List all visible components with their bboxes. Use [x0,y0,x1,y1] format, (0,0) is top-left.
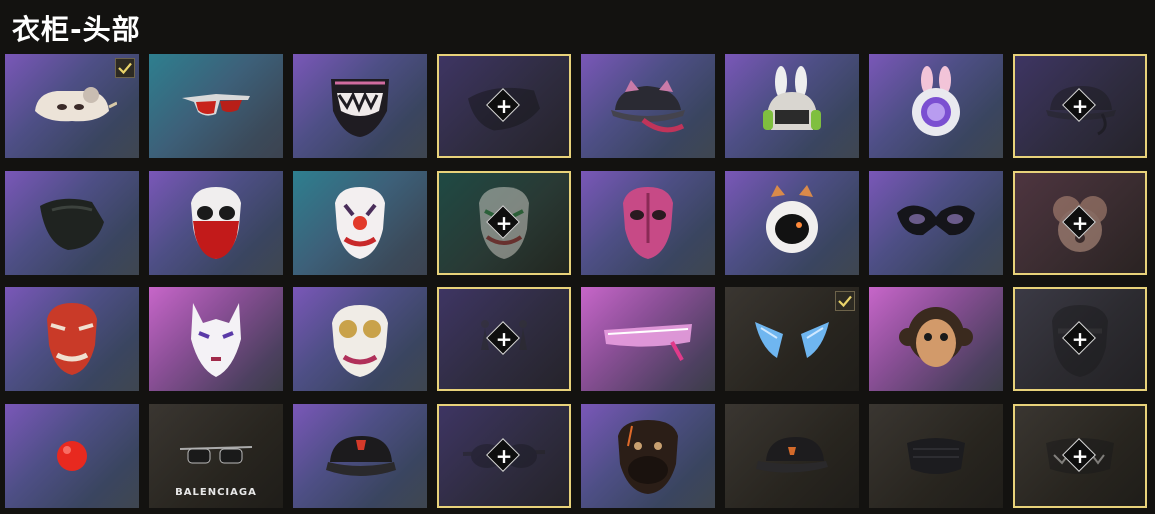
wardrobe-item-masquerade-mask[interactable] [869,171,1003,275]
plus-icon: + [495,211,513,235]
clown-mask-icon [325,183,395,267]
wardrobe-item-cat-visor[interactable] [5,54,139,158]
plus-icon: + [1071,444,1089,468]
wardrobe-item-baseball-cap[interactable] [725,404,859,508]
wardrobe-item-joker-mask[interactable]: + [437,171,571,275]
wardrobe-item-poodle-mask[interactable]: + [1013,171,1147,275]
masquerade-mask-icon [891,193,981,257]
wardrobe-item-face-mask[interactable] [869,404,1003,508]
cat-visor-icon [27,81,118,135]
cyber-visor-icon [598,314,698,368]
wardrobe-item-bunny-headphones[interactable] [725,54,859,158]
kitsune-mask-icon [181,299,251,383]
plus-icon: + [1071,327,1089,351]
cat-astronaut-icon [757,183,827,267]
sunglasses-icon [176,86,256,130]
wardrobe-item-cyber-visor[interactable] [581,287,715,391]
wardrobe-item-cat-ear-cap[interactable] [581,54,715,158]
red-skull-mask-icon [181,183,251,267]
plus-icon: + [1071,94,1089,118]
face-mask-icon [901,431,971,485]
baseball-cap-icon [752,431,832,485]
wardrobe-item-goggles[interactable]: + [437,404,571,508]
wardrobe-item-clown-nose[interactable] [5,404,139,508]
plus-icon: + [1071,211,1089,235]
wardrobe-item-bulldog-mask[interactable] [581,404,715,508]
plus-icon: + [495,444,513,468]
wardrobe-item-monkey-mask[interactable] [869,287,1003,391]
cat-ear-cap-icon [603,76,693,140]
oni-mask-icon [37,299,107,383]
item-grid: + + + + + + BALENCIAGA + + [5,54,1147,510]
wardrobe-item-oni-mask[interactable] [5,287,139,391]
wardrobe-item-red-skull-mask[interactable] [149,171,283,275]
wardrobe-item-balenciaga-glasses[interactable]: BALENCIAGA [149,404,283,508]
wardrobe-item-face-scarf[interactable] [5,171,139,275]
checkmark-icon [115,58,135,78]
crystal-ears-icon [747,314,837,368]
brand-label: BALENCIAGA [175,487,257,498]
bunny-headphones-icon [757,66,827,150]
wardrobe-item-tactical-mask[interactable]: + [1013,287,1147,391]
wardrobe-item-bunny-astronaut[interactable] [869,54,1003,158]
face-scarf-icon [32,188,112,262]
plus-icon: + [495,94,513,118]
page-title: 衣柜-头部 [12,13,141,46]
wardrobe-item-sunglasses[interactable] [149,54,283,158]
plus-icon: + [495,327,513,351]
black-cap-icon [320,426,400,490]
wardrobe-item-earrings[interactable]: + [437,287,571,391]
wardrobe-item-clown-mask[interactable] [293,171,427,275]
steampunk-mask-icon [320,299,400,383]
wardrobe-item-steampunk-mask[interactable] [293,287,427,391]
bunny-astronaut-icon [901,66,971,150]
wardrobe-item-cat-astronaut[interactable] [725,171,859,275]
wardrobe-item-teeth-mask[interactable] [293,54,427,158]
wardrobe-item-black-cap[interactable] [293,404,427,508]
checkmark-icon [835,291,855,311]
monkey-mask-icon [896,299,976,383]
wardrobe-item-pink-face-mask[interactable] [581,171,715,275]
wardrobe-item-kitsune-mask[interactable] [149,287,283,391]
pink-face-mask-icon [613,183,683,267]
wardrobe-item-teeth-facemask[interactable]: + [1013,404,1147,508]
wardrobe-item-bandana[interactable]: + [437,54,571,158]
wardrobe-item-headset-cap[interactable]: + [1013,54,1147,158]
bulldog-mask-icon [608,416,688,500]
clown-nose-icon [52,436,92,480]
balenciaga-glasses-icon [176,441,256,475]
wardrobe-item-crystal-ears[interactable] [725,287,859,391]
teeth-mask-icon [325,71,395,145]
